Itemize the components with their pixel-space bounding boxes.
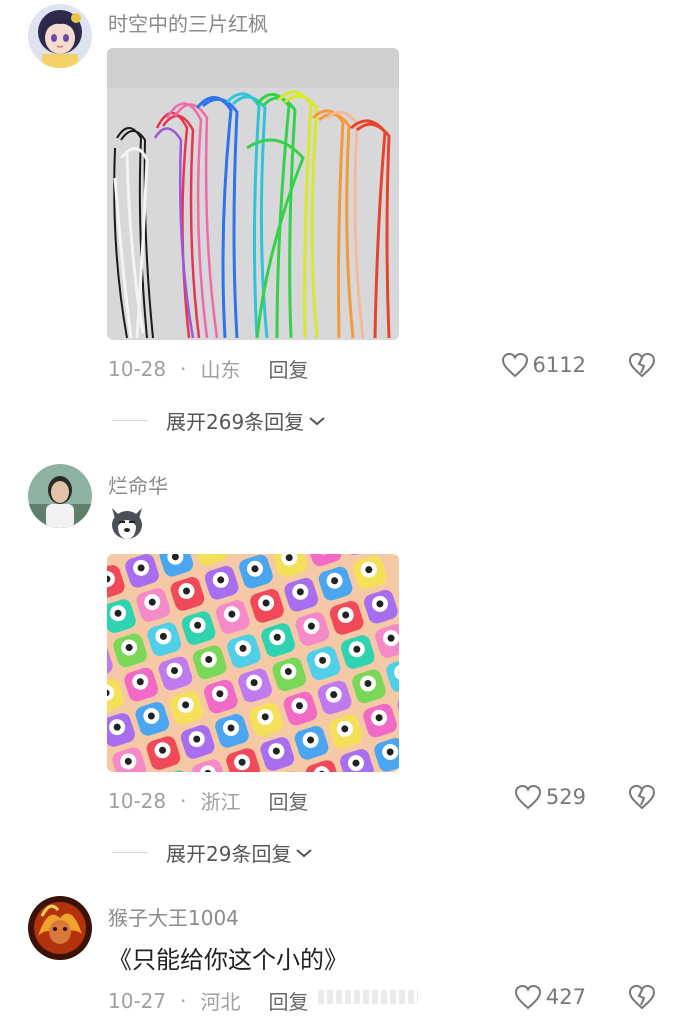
avatar[interactable] [28, 4, 92, 68]
dislike-button[interactable] [628, 784, 656, 814]
broken-heart-icon [628, 352, 656, 378]
separator-dot: · [180, 788, 187, 813]
reply-button[interactable]: 回复 [268, 986, 308, 1015]
husky-emoji-sticker [108, 504, 146, 542]
heart-icon [514, 984, 541, 1010]
chevron-down-icon [309, 416, 325, 425]
separator-dot: · [180, 356, 187, 381]
comment-meta: 10-28 · 浙江 回复 [108, 786, 308, 815]
expand-replies[interactable]: 展开29条回复 [112, 838, 313, 867]
expand-replies-label: 展开29条回复 [166, 842, 292, 866]
comment-date: 10-28 [108, 788, 167, 813]
expand-replies[interactable]: 展开269条回复 [112, 406, 326, 435]
chevron-down-icon [296, 848, 313, 857]
dislike-button[interactable] [628, 352, 656, 382]
like-button[interactable]: 6112 [501, 352, 586, 378]
broken-heart-icon [628, 984, 656, 1010]
like-count: 427 [545, 985, 586, 1009]
username[interactable]: 猴子大王1004 [108, 902, 239, 931]
reply-button[interactable]: 回复 [268, 354, 308, 383]
comment-text: 《只能给你这个小的》 [108, 946, 348, 974]
comment-location: 浙江 [200, 790, 241, 814]
divider-line [112, 420, 148, 421]
like-count: 6112 [532, 353, 586, 377]
username[interactable]: 时空中的三片红枫 [108, 8, 268, 37]
comment-image-punches[interactable] [107, 554, 399, 772]
comment-location: 河北 [200, 990, 241, 1014]
broken-heart-icon [628, 784, 656, 810]
comment-meta: 10-27 · 河北 回复 [108, 986, 308, 1015]
separator-dot: · [180, 988, 187, 1013]
watermark-overlay [318, 990, 418, 1004]
comment-date: 10-27 [108, 988, 167, 1013]
comment-meta: 10-28 · 山东 回复 [108, 354, 308, 383]
avatar[interactable] [28, 896, 92, 960]
reply-button[interactable]: 回复 [268, 786, 308, 815]
comment-image-cords[interactable] [107, 48, 399, 340]
avatar[interactable] [28, 464, 92, 528]
heart-icon [501, 352, 528, 378]
dislike-button[interactable] [628, 984, 656, 1014]
like-button[interactable]: 529 [514, 784, 586, 810]
username[interactable]: 烂命华 [108, 470, 168, 499]
like-button[interactable]: 427 [514, 984, 586, 1010]
comment-location: 山东 [200, 358, 241, 382]
like-count: 529 [545, 785, 586, 809]
comment-date: 10-28 [108, 356, 167, 381]
divider-line [112, 852, 148, 853]
expand-replies-label: 展开269条回复 [166, 410, 305, 434]
heart-icon [514, 784, 541, 810]
